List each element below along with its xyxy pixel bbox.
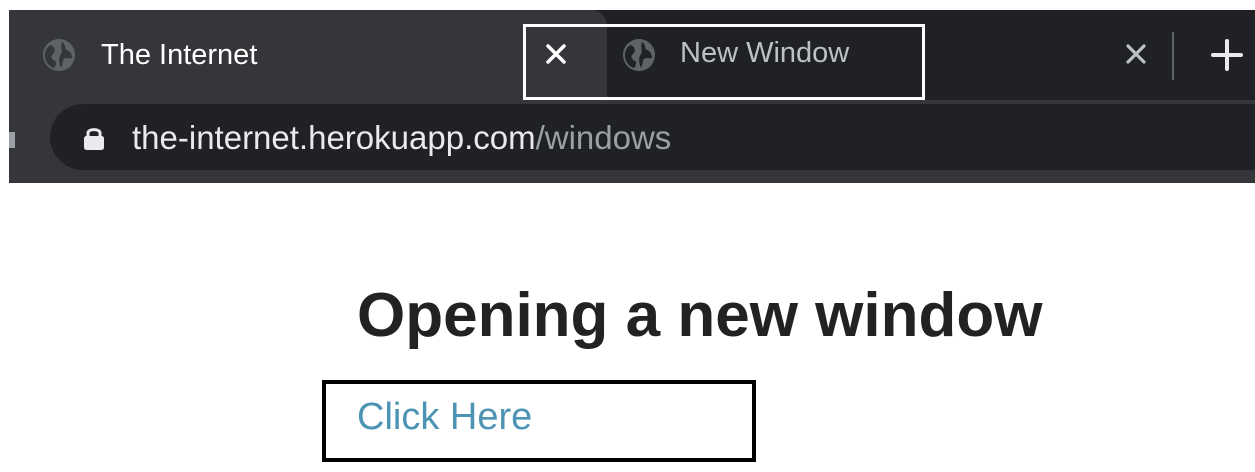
screenshot-frame: The Internet New Window the-internet.her… (0, 0, 1255, 472)
tab-separator (1172, 32, 1174, 80)
tab-title: New Window (680, 37, 850, 69)
lock-icon[interactable] (83, 125, 105, 151)
browser-toolbar: the-internet.herokuapp.com/windows (9, 100, 1255, 183)
plus-icon[interactable] (1210, 38, 1244, 72)
page-content: Opening a new window Click Here (9, 183, 1255, 472)
globe-icon (43, 39, 75, 71)
page-title: Opening a new window (357, 281, 1043, 350)
tab-new-window[interactable]: New Window (607, 10, 1255, 100)
top-margin (0, 0, 1255, 10)
url-domain: the-internet.herokuapp.com (132, 119, 536, 156)
tab-strip: The Internet New Window (9, 10, 1255, 100)
address-bar[interactable]: the-internet.herokuapp.com/windows (50, 104, 1255, 170)
back-arrow-icon[interactable] (9, 132, 15, 148)
url-path: /windows (535, 119, 672, 156)
left-margin (0, 0, 9, 472)
close-icon[interactable] (542, 40, 570, 68)
browser-window: The Internet New Window the-internet.her… (9, 10, 1255, 183)
click-here-link[interactable]: Click Here (357, 395, 532, 439)
close-icon[interactable] (1122, 40, 1150, 68)
tab-the-internet[interactable]: The Internet (9, 10, 607, 100)
tab-title: The Internet (101, 39, 258, 71)
globe-icon (623, 39, 655, 71)
url-text[interactable]: the-internet.herokuapp.com/windows (132, 118, 671, 158)
